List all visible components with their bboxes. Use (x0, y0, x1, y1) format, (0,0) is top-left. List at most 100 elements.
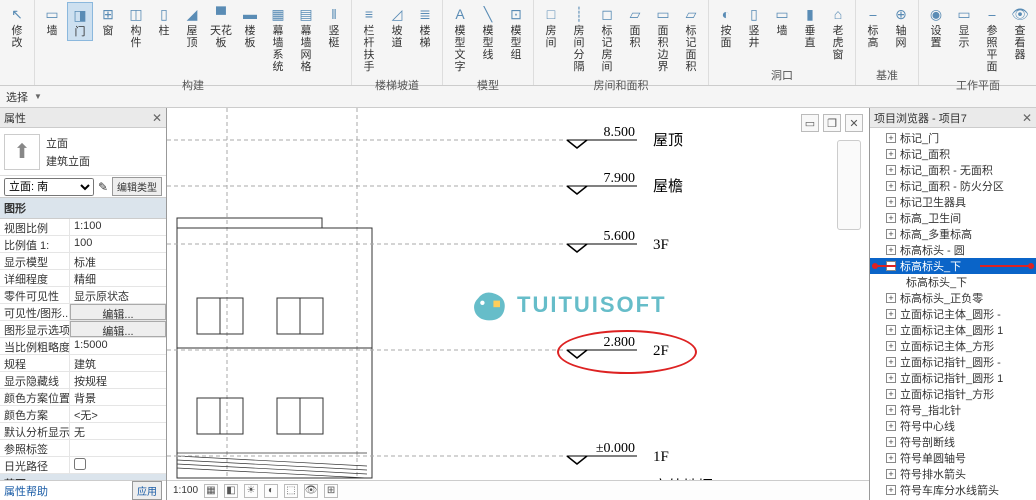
tree-node[interactable]: +符号排水箭头 (870, 466, 1036, 482)
expand-icon[interactable]: + (886, 325, 896, 335)
prop-row[interactable]: 可见性/图形...编辑... (0, 304, 166, 321)
vc-close-icon[interactable]: ✕ (845, 114, 863, 132)
expand-icon[interactable]: + (886, 213, 896, 223)
tree-node[interactable]: +标记_面积 - 防火分区 (870, 178, 1036, 194)
tree-node[interactable]: +符号剖断线 (870, 434, 1036, 450)
expand-icon[interactable]: + (886, 389, 896, 399)
apply-button[interactable]: 应用 (132, 481, 162, 500)
expand-icon[interactable]: + (886, 421, 896, 431)
expand-icon[interactable]: + (886, 437, 896, 447)
floor-button[interactable]: ▬楼板 (237, 2, 263, 51)
column-button[interactable]: ▯柱 (151, 2, 177, 39)
tree-node[interactable]: +符号单圆轴号 (870, 450, 1036, 466)
mline-button[interactable]: ╲模型线 (475, 2, 501, 63)
expand-icon[interactable]: + (886, 485, 896, 495)
vert-op-button[interactable]: ▮垂直 (797, 2, 823, 51)
expand-icon[interactable]: + (886, 373, 896, 383)
tree-node[interactable]: +标高_卫生间 (870, 210, 1036, 226)
room-button[interactable]: □房间 (538, 2, 564, 51)
close-icon[interactable]: ✕ (152, 111, 162, 125)
expand-icon[interactable]: + (886, 469, 896, 479)
prop-row[interactable]: 显示模型标准 (0, 253, 166, 270)
stair-button[interactable]: ≣楼梯 (412, 2, 438, 51)
prop-row[interactable]: 参照标签 (0, 440, 166, 457)
expand-icon[interactable]: + (886, 341, 896, 351)
instance-select[interactable]: 立面: 南 (4, 178, 94, 196)
prop-row[interactable]: 颜色方案<无> (0, 406, 166, 423)
prop-row[interactable]: 比例值 1:100 (0, 236, 166, 253)
tree-node[interactable]: +立面标记主体_方形 (870, 338, 1036, 354)
prop-row[interactable]: 显示隐藏线按规程 (0, 372, 166, 389)
tree-node[interactable]: +立面标记指针_圆形 - (870, 354, 1036, 370)
expand-icon[interactable]: + (886, 405, 896, 415)
select-label[interactable]: 选择 (6, 89, 28, 105)
grid-button[interactable]: ⊕轴网 (888, 2, 914, 51)
by-face-button[interactable]: ◐按面 (713, 2, 739, 51)
tree-node[interactable]: +标记卫生器具 (870, 194, 1036, 210)
type-icon[interactable]: ⬆ (4, 134, 40, 170)
door-button[interactable]: ◨门 (67, 2, 93, 41)
prop-row[interactable]: 规程建筑 (0, 355, 166, 372)
si-style-icon[interactable]: ◧ (224, 484, 238, 498)
close-icon[interactable]: ✕ (1022, 111, 1032, 125)
select-arrow[interactable]: ▼ (34, 92, 42, 101)
prop-row[interactable]: 日光路径 (0, 457, 166, 474)
tag-area-button[interactable]: ▱标记面积 (678, 2, 704, 75)
expand-icon[interactable]: + (886, 165, 896, 175)
tree-node[interactable]: +标记_面积 - 无面积 (870, 162, 1036, 178)
window-button[interactable]: ⊞窗 (95, 2, 121, 39)
si-detail-icon[interactable]: ▦ (204, 484, 218, 498)
prop-row[interactable]: 详细程度精细 (0, 270, 166, 287)
mgroup-button[interactable]: ⊡模型组 (503, 2, 529, 63)
si-crop-icon[interactable]: ⬚ (284, 484, 298, 498)
expand-icon[interactable]: + (886, 245, 896, 255)
tree-node[interactable]: +立面标记主体_圆形 - (870, 306, 1036, 322)
prop-row[interactable]: 当比例粗略度...1:5000 (0, 338, 166, 355)
scale-label[interactable]: 1:100 (173, 485, 198, 496)
tree-node[interactable]: +标高标头_正负零 (870, 290, 1036, 306)
roof-button[interactable]: ◢屋顶 (179, 2, 205, 51)
expand-icon[interactable]: + (886, 181, 896, 191)
si-sun-icon[interactable]: ☀ (244, 484, 258, 498)
ceiling-button[interactable]: ▀天花板 (207, 2, 235, 51)
expand-icon[interactable]: + (886, 309, 896, 319)
expand-icon[interactable]: + (886, 293, 896, 303)
expand-icon[interactable]: + (886, 357, 896, 367)
curtain-sys-button[interactable]: ▦幕墙系统 (265, 2, 291, 75)
ramp-button[interactable]: ◿坡道 (384, 2, 410, 51)
expand-icon[interactable]: + (886, 133, 896, 143)
tree-node[interactable]: +立面标记主体_圆形 1 (870, 322, 1036, 338)
viewer-button[interactable]: 👁查看器 (1007, 2, 1033, 63)
prop-row[interactable]: 颜色方案位置背景 (0, 389, 166, 406)
expand-icon[interactable]: + (886, 197, 896, 207)
ref-button[interactable]: ⎯参照平面 (979, 2, 1005, 75)
vc-tile-icon[interactable]: ▭ (801, 114, 819, 132)
tree-node[interactable]: +立面标记指针_方形 (870, 386, 1036, 402)
room-sep-button[interactable]: ┊房间分隔 (566, 2, 592, 75)
props-help[interactable]: 属性帮助 (4, 483, 48, 499)
edit-type-button[interactable]: 编辑类型 (112, 177, 162, 196)
tag-room-button[interactable]: ◻标记房间 (594, 2, 620, 75)
railing-button[interactable]: ≡栏杆扶手 (356, 2, 382, 75)
tree-node[interactable]: +符号中心线 (870, 418, 1036, 434)
mullion-button[interactable]: ‖竖梃 (321, 2, 347, 51)
prop-row[interactable]: 视图比例1:100 (0, 219, 166, 236)
tree-node[interactable]: +符号_指北针 (870, 402, 1036, 418)
tree-node[interactable]: 标高标头_下 (870, 274, 1036, 290)
show-button[interactable]: ▭显示 (951, 2, 977, 51)
vc-cascade-icon[interactable]: ❐ (823, 114, 841, 132)
area-bdy-button[interactable]: ▭面积边界 (650, 2, 676, 75)
si-reveal-icon[interactable]: ⊞ (324, 484, 338, 498)
tree-node[interactable]: +立面标记指针_圆形 1 (870, 370, 1036, 386)
si-hide-icon[interactable]: 👁 (304, 484, 318, 498)
dormer-button[interactable]: ⌂老虎窗 (825, 2, 851, 63)
drawing-canvas[interactable]: 8.500屋顶7.900屋檐5.6003F2.8002F±0.0001F室外地坪… (167, 108, 869, 500)
expand-icon[interactable]: + (886, 453, 896, 463)
wall-op-button[interactable]: ▭墙 (769, 2, 795, 39)
component-button[interactable]: ◫构件 (123, 2, 149, 51)
tree-node[interactable]: +符号车库分水线箭头 (870, 482, 1036, 498)
tree-node[interactable]: +标记_面积 (870, 146, 1036, 162)
tree-node[interactable]: +标高标头 - 圆 (870, 242, 1036, 258)
modify-button[interactable]: ↖修改 (4, 2, 30, 51)
wall-button[interactable]: ▭墙 (39, 2, 65, 39)
